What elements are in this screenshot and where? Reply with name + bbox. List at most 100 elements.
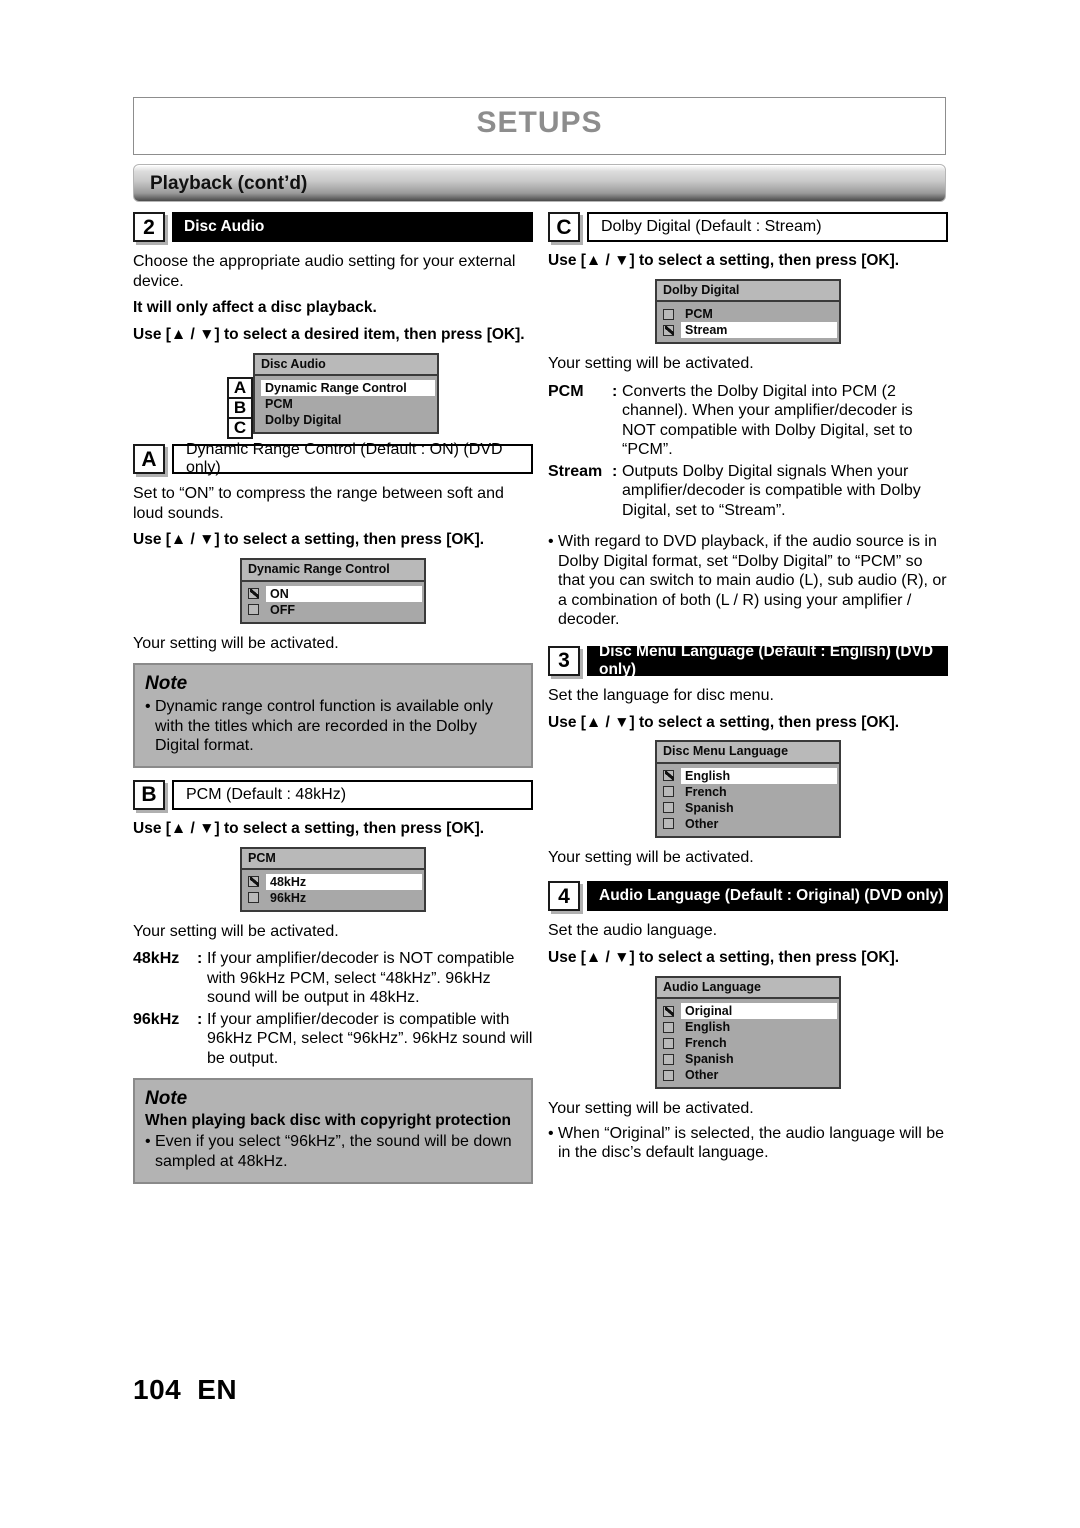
- checkbox-unchecked-icon[interactable]: [663, 1069, 674, 1081]
- definition-desc: Converts the Dolby Digital into PCM (2 c…: [622, 382, 913, 459]
- pcm-activated: Your setting will be activated.: [133, 922, 339, 940]
- heading-label-pcm: PCM (Default : 48kHz): [172, 779, 533, 810]
- page-footer: 104 EN: [133, 1374, 237, 1406]
- checkbox-checked-icon[interactable]: [663, 324, 674, 336]
- heading-label-disc-audio: Disc Audio: [172, 212, 533, 242]
- osd-row-96khz[interactable]: 96kHz: [242, 890, 424, 906]
- footer-language-code: EN: [197, 1374, 238, 1405]
- osd-dolby-wrap: Dolby Digital PCM Stream: [548, 278, 948, 345]
- osd-row-label-bg: ON: [266, 585, 422, 602]
- checkbox-unchecked-icon[interactable]: [663, 1037, 674, 1049]
- osd-row-dolby-digital[interactable]: Dolby Digital: [255, 412, 437, 428]
- bullet-dot-icon: •: [548, 533, 554, 551]
- osd-row-label: Stream: [685, 323, 728, 338]
- drc-intro: Set to “ON” to compress the range betwee…: [133, 485, 504, 522]
- osd-row-label: Spanish: [685, 800, 734, 815]
- osd-body: Dynamic Range Control PCM Dolby Digital: [255, 376, 437, 432]
- badge-2: 2: [133, 212, 165, 242]
- dolby-instruction: Use [▲ / ▼] to select a setting, then pr…: [548, 252, 900, 269]
- disc-menu-language-activated: Your setting will be activated.: [548, 848, 754, 866]
- audio-language-activated: Your setting will be activated.: [548, 1100, 754, 1118]
- osd-row-other[interactable]: Other: [657, 1067, 839, 1083]
- checkbox-checked-icon[interactable]: [663, 1005, 674, 1017]
- disc-menu-language-intro: Set the language for disc menu.: [548, 686, 774, 704]
- osd-row-label: French: [685, 1036, 727, 1051]
- osd-row-label: Dolby Digital: [265, 413, 342, 428]
- osd-row-english[interactable]: English: [657, 767, 839, 784]
- osd-letter-tabs: A B C: [227, 376, 253, 439]
- osd-menu-pcm: PCM 48kHz 96kHz: [240, 846, 426, 912]
- checkbox-unchecked-icon[interactable]: [663, 802, 674, 814]
- heading-disc-audio: 2 Disc Audio: [133, 212, 533, 242]
- osd-row-spanish[interactable]: Spanish: [657, 800, 839, 816]
- checkbox-unchecked-icon[interactable]: [248, 604, 259, 616]
- dolby-activated: Your setting will be activated.: [548, 355, 754, 373]
- heading-label-dynamic-range-control: Dynamic Range Control (Default : ON) (DV…: [172, 441, 533, 476]
- heading-label-dolby-digital: Dolby Digital (Default : Stream): [587, 212, 948, 242]
- osd-row-label: OFF: [270, 602, 295, 617]
- osd-row-french[interactable]: French: [657, 784, 839, 800]
- heading-pcm: B PCM (Default : 48kHz): [133, 779, 533, 810]
- osd-row-english[interactable]: English: [657, 1019, 839, 1035]
- osd-row-label: Other: [685, 816, 719, 831]
- definition-stream: Stream : Outputs Dolby Digital signals W…: [548, 462, 948, 521]
- definition-colon: :: [197, 1010, 203, 1028]
- disc-audio-bold-note: It will only affect a disc playback.: [133, 299, 377, 317]
- osd-body: 48kHz 96kHz: [242, 870, 424, 910]
- osd-menu-audio-language: Audio Language Original English French S…: [655, 975, 841, 1090]
- heading-label-audio-language: Audio Language (Default : Original) (DVD…: [587, 881, 948, 912]
- osd-row-label: 96kHz: [270, 890, 307, 905]
- heading-audio-language: 4 Audio Language (Default : Original) (D…: [548, 881, 948, 912]
- left-column: 2 Disc Audio Choose the appropriate audi…: [133, 212, 533, 1196]
- osd-row-original[interactable]: Original: [657, 1003, 839, 1020]
- chevron-right-icon: [423, 381, 434, 396]
- osd-row-pcm[interactable]: PCM: [657, 306, 839, 322]
- osd-row-label-bg: Spanish: [681, 800, 837, 816]
- osd-row-on[interactable]: ON: [242, 585, 424, 602]
- dolby-bullet-text: With regard to DVD playback, if the audi…: [558, 533, 947, 629]
- osd-row-label-bg: Other: [681, 816, 837, 832]
- osd-body: Original English French Spanish Other: [657, 999, 839, 1087]
- osd-row-label: English: [685, 1020, 731, 1035]
- osd-title: Disc Audio: [255, 354, 437, 377]
- checkbox-unchecked-icon[interactable]: [248, 892, 259, 904]
- osd-row-french[interactable]: French: [657, 1035, 839, 1051]
- checkbox-unchecked-icon[interactable]: [663, 308, 674, 320]
- checkbox-checked-icon[interactable]: [248, 876, 259, 888]
- osd-menu-dynamic-range-control: Dynamic Range Control ON OFF: [240, 558, 426, 624]
- osd-row-48khz[interactable]: 48kHz: [242, 873, 424, 890]
- osd-menu-disc-menu-language: Disc Menu Language English French Spanis…: [655, 740, 841, 838]
- badge-c: C: [548, 212, 580, 242]
- definition-48khz: 48kHz : If your amplifier/decoder is NOT…: [133, 949, 533, 1008]
- bullet-dot-icon: •: [145, 1133, 151, 1151]
- section-title-label: Playback (cont’d): [150, 173, 308, 194]
- checkbox-unchecked-icon[interactable]: [663, 1021, 674, 1033]
- osd-row-off[interactable]: OFF: [242, 602, 424, 618]
- osd-title: Disc Menu Language: [657, 742, 839, 764]
- osd-row-other[interactable]: Other: [657, 816, 839, 832]
- osd-row-spanish[interactable]: Spanish: [657, 1051, 839, 1067]
- disc-audio-instruction: Use [▲ / ▼] to select a desired item, th…: [133, 325, 525, 343]
- checkbox-unchecked-icon[interactable]: [663, 1053, 674, 1065]
- definition-pcm: PCM : Converts the Dolby Digital into PC…: [548, 382, 948, 460]
- osd-title: Audio Language: [657, 977, 839, 1000]
- osd-row-label: English: [685, 768, 731, 783]
- definition-term: 48kHz: [133, 950, 180, 968]
- checkbox-unchecked-icon[interactable]: [663, 818, 674, 830]
- audio-language-intro: Set the audio language.: [548, 922, 718, 940]
- definition-colon: :: [612, 382, 618, 400]
- definition-colon: :: [612, 462, 618, 480]
- osd-row-stream[interactable]: Stream: [657, 322, 839, 339]
- checkbox-checked-icon[interactable]: [248, 588, 259, 600]
- osd-body: ON OFF: [242, 582, 424, 622]
- osd-row-pcm[interactable]: PCM: [255, 396, 437, 412]
- checkbox-checked-icon[interactable]: [663, 770, 674, 782]
- definition-desc: If your amplifier/decoder is NOT compati…: [207, 950, 515, 1007]
- checkbox-unchecked-icon[interactable]: [663, 786, 674, 798]
- osd-row-dynamic-range-control[interactable]: Dynamic Range Control: [255, 380, 437, 397]
- page-header-band: SETUPS: [133, 97, 946, 155]
- disc-audio-intro: Choose the appropriate audio setting for…: [133, 253, 516, 290]
- osd-row-label-bg: PCM: [681, 306, 837, 322]
- definition-96khz: 96kHz : If your amplifier/decoder is com…: [133, 1010, 533, 1069]
- osd-row-label: Dynamic Range Control: [265, 381, 407, 396]
